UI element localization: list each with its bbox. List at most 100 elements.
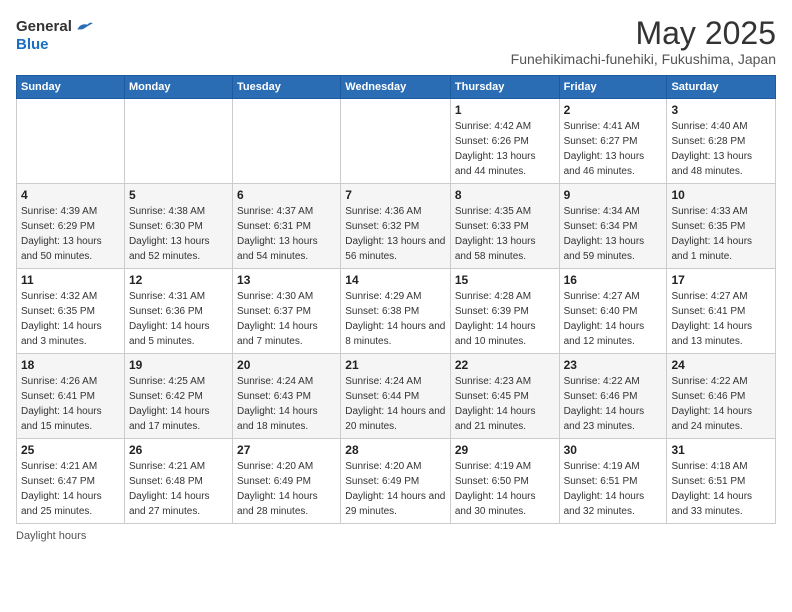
daylight-hours-label: Daylight hours (16, 530, 86, 542)
title-block: May 2025 Funehikimachi-funehiki, Fukushi… (511, 16, 776, 67)
calendar-cell: 2 Sunrise: 4:41 AM Sunset: 6:27 PM Daylig… (559, 99, 667, 184)
day-number: 26 (129, 443, 228, 457)
day-number: 25 (21, 443, 120, 457)
calendar-cell: 6Sunrise: 4:37 AM Sunset: 6:31 PM Daylig… (233, 184, 341, 269)
day-number: 19 (129, 358, 228, 372)
calendar-cell: 29 Sunrise: 4:19 AM Sunset: 6:50 PM Dayli… (450, 439, 559, 524)
day-number: 21 (345, 358, 446, 372)
day-info: Sunrise: 4:21 AM Sunset: 6:47 PM Dayligh… (21, 459, 120, 519)
calendar-cell: 10 Sunrise: 4:33 AM Sunset: 6:35 PM Dayli… (667, 184, 776, 269)
calendar-week-row: 25 Sunrise: 4:21 AM Sunset: 6:47 PM Dayli… (17, 439, 776, 524)
day-number: 10 (671, 188, 771, 202)
calendar-cell: 25 Sunrise: 4:21 AM Sunset: 6:47 PM Dayli… (17, 439, 125, 524)
day-number: 12 (129, 273, 228, 287)
calendar-cell: 23 Sunrise: 4:22 AM Sunset: 6:46 PM Dayli… (559, 354, 667, 439)
day-info: Sunrise: 4:39 AM Sunset: 6:29 PM Dayligh… (21, 204, 120, 264)
calendar-cell: 15 Sunrise: 4:28 AM Sunset: 6:39 PM Dayli… (450, 269, 559, 354)
calendar-cell (124, 99, 232, 184)
day-info: Sunrise: 4:27 AM Sunset: 6:41 PM Dayligh… (671, 289, 771, 349)
calendar-cell: 22 Sunrise: 4:23 AM Sunset: 6:45 PM Dayli… (450, 354, 559, 439)
day-info: Sunrise: 4:24 AM Sunset: 6:43 PM Dayligh… (237, 374, 336, 434)
day-info: Sunrise: 4:41 AM Sunset: 6:27 PM Dayligh… (564, 119, 663, 179)
calendar-cell: 20 Sunrise: 4:24 AM Sunset: 6:43 PM Dayli… (233, 354, 341, 439)
day-info: Sunrise: 4:18 AM Sunset: 6:51 PM Dayligh… (671, 459, 771, 519)
day-info: Sunrise: 4:42 AM Sunset: 6:26 PM Dayligh… (455, 119, 555, 179)
day-info: Sunrise: 4:25 AM Sunset: 6:42 PM Dayligh… (129, 374, 228, 434)
calendar-cell: 1 Sunrise: 4:42 AM Sunset: 6:26 PM Daylig… (450, 99, 559, 184)
calendar-week-row: 11 Sunrise: 4:32 AM Sunset: 6:35 PM Dayli… (17, 269, 776, 354)
day-number: 22 (455, 358, 555, 372)
calendar-cell: 24 Sunrise: 4:22 AM Sunset: 6:46 PM Dayli… (667, 354, 776, 439)
subtitle: Funehikimachi-funehiki, Fukushima, Japan (511, 51, 776, 67)
weekday-header-friday: Friday (559, 76, 667, 99)
day-number: 28 (345, 443, 446, 457)
day-info: Sunrise: 4:26 AM Sunset: 6:41 PM Dayligh… (21, 374, 120, 434)
day-info: Sunrise: 4:20 AM Sunset: 6:49 PM Dayligh… (345, 459, 446, 519)
day-number: 27 (237, 443, 336, 457)
calendar-cell: 9Sunrise: 4:34 AM Sunset: 6:34 PM Daylig… (559, 184, 667, 269)
logo-bird-icon (74, 16, 94, 36)
weekday-header-saturday: Saturday (667, 76, 776, 99)
day-number: 1 (455, 103, 555, 117)
weekday-header-monday: Monday (124, 76, 232, 99)
day-info: Sunrise: 4:23 AM Sunset: 6:45 PM Dayligh… (455, 374, 555, 434)
weekday-header-sunday: Sunday (17, 76, 125, 99)
calendar-cell: 31 Sunrise: 4:18 AM Sunset: 6:51 PM Dayli… (667, 439, 776, 524)
calendar-cell: 5 Sunrise: 4:38 AM Sunset: 6:30 PM Daylig… (124, 184, 232, 269)
day-info: Sunrise: 4:32 AM Sunset: 6:35 PM Dayligh… (21, 289, 120, 349)
calendar-cell: 21 Sunrise: 4:24 AM Sunset: 6:44 PM Dayli… (341, 354, 451, 439)
day-number: 8 (455, 188, 555, 202)
calendar-cell: 7Sunrise: 4:36 AM Sunset: 6:32 PM Daylig… (341, 184, 451, 269)
day-number: 31 (671, 443, 771, 457)
calendar-cell: 8Sunrise: 4:35 AM Sunset: 6:33 PM Daylig… (450, 184, 559, 269)
calendar-week-row: 4 Sunrise: 4:39 AM Sunset: 6:29 PM Daylig… (17, 184, 776, 269)
day-number: 11 (21, 273, 120, 287)
page-header: General Blue May 2025 Funehikimachi-fune… (16, 16, 776, 67)
day-number: 6 (237, 188, 336, 202)
logo: General Blue (16, 16, 94, 53)
day-number: 24 (671, 358, 771, 372)
day-info: Sunrise: 4:24 AM Sunset: 6:44 PM Dayligh… (345, 374, 446, 434)
day-info: Sunrise: 4:27 AM Sunset: 6:40 PM Dayligh… (564, 289, 663, 349)
weekday-header-row: SundayMondayTuesdayWednesdayThursdayFrid… (17, 76, 776, 99)
day-info: Sunrise: 4:22 AM Sunset: 6:46 PM Dayligh… (564, 374, 663, 434)
calendar-cell: 14Sunrise: 4:29 AM Sunset: 6:38 PM Dayli… (341, 269, 451, 354)
day-info: Sunrise: 4:21 AM Sunset: 6:48 PM Dayligh… (129, 459, 228, 519)
day-number: 4 (21, 188, 120, 202)
calendar-cell: 4 Sunrise: 4:39 AM Sunset: 6:29 PM Daylig… (17, 184, 125, 269)
calendar-cell (17, 99, 125, 184)
logo-blue-text: Blue (16, 36, 94, 53)
day-number: 16 (564, 273, 663, 287)
day-info: Sunrise: 4:28 AM Sunset: 6:39 PM Dayligh… (455, 289, 555, 349)
day-number: 30 (564, 443, 663, 457)
day-info: Sunrise: 4:22 AM Sunset: 6:46 PM Dayligh… (671, 374, 771, 434)
day-info: Sunrise: 4:33 AM Sunset: 6:35 PM Dayligh… (671, 204, 771, 264)
calendar-table: SundayMondayTuesdayWednesdayThursdayFrid… (16, 75, 776, 524)
calendar-cell: 3Sunrise: 4:40 AM Sunset: 6:28 PM Daylig… (667, 99, 776, 184)
calendar-cell: 12Sunrise: 4:31 AM Sunset: 6:36 PM Dayli… (124, 269, 232, 354)
calendar-cell: 19 Sunrise: 4:25 AM Sunset: 6:42 PM Dayli… (124, 354, 232, 439)
day-number: 23 (564, 358, 663, 372)
day-info: Sunrise: 4:38 AM Sunset: 6:30 PM Dayligh… (129, 204, 228, 264)
day-number: 2 (564, 103, 663, 117)
day-number: 29 (455, 443, 555, 457)
day-number: 14 (345, 273, 446, 287)
day-number: 18 (21, 358, 120, 372)
calendar-week-row: 18 Sunrise: 4:26 AM Sunset: 6:41 PM Dayli… (17, 354, 776, 439)
day-number: 3 (671, 103, 771, 117)
day-number: 20 (237, 358, 336, 372)
day-number: 5 (129, 188, 228, 202)
day-info: Sunrise: 4:20 AM Sunset: 6:49 PM Dayligh… (237, 459, 336, 519)
main-title: May 2025 (511, 16, 776, 51)
day-number: 15 (455, 273, 555, 287)
calendar-cell: 27 Sunrise: 4:20 AM Sunset: 6:49 PM Dayli… (233, 439, 341, 524)
logo-general-text: General (16, 18, 72, 35)
weekday-header-wednesday: Wednesday (341, 76, 451, 99)
calendar-cell: 30Sunrise: 4:19 AM Sunset: 6:51 PM Dayli… (559, 439, 667, 524)
calendar-cell: 26 Sunrise: 4:21 AM Sunset: 6:48 PM Dayli… (124, 439, 232, 524)
day-info: Sunrise: 4:19 AM Sunset: 6:50 PM Dayligh… (455, 459, 555, 519)
weekday-header-tuesday: Tuesday (233, 76, 341, 99)
calendar-cell: 17Sunrise: 4:27 AM Sunset: 6:41 PM Dayli… (667, 269, 776, 354)
calendar-cell: 13Sunrise: 4:30 AM Sunset: 6:37 PM Dayli… (233, 269, 341, 354)
weekday-header-thursday: Thursday (450, 76, 559, 99)
